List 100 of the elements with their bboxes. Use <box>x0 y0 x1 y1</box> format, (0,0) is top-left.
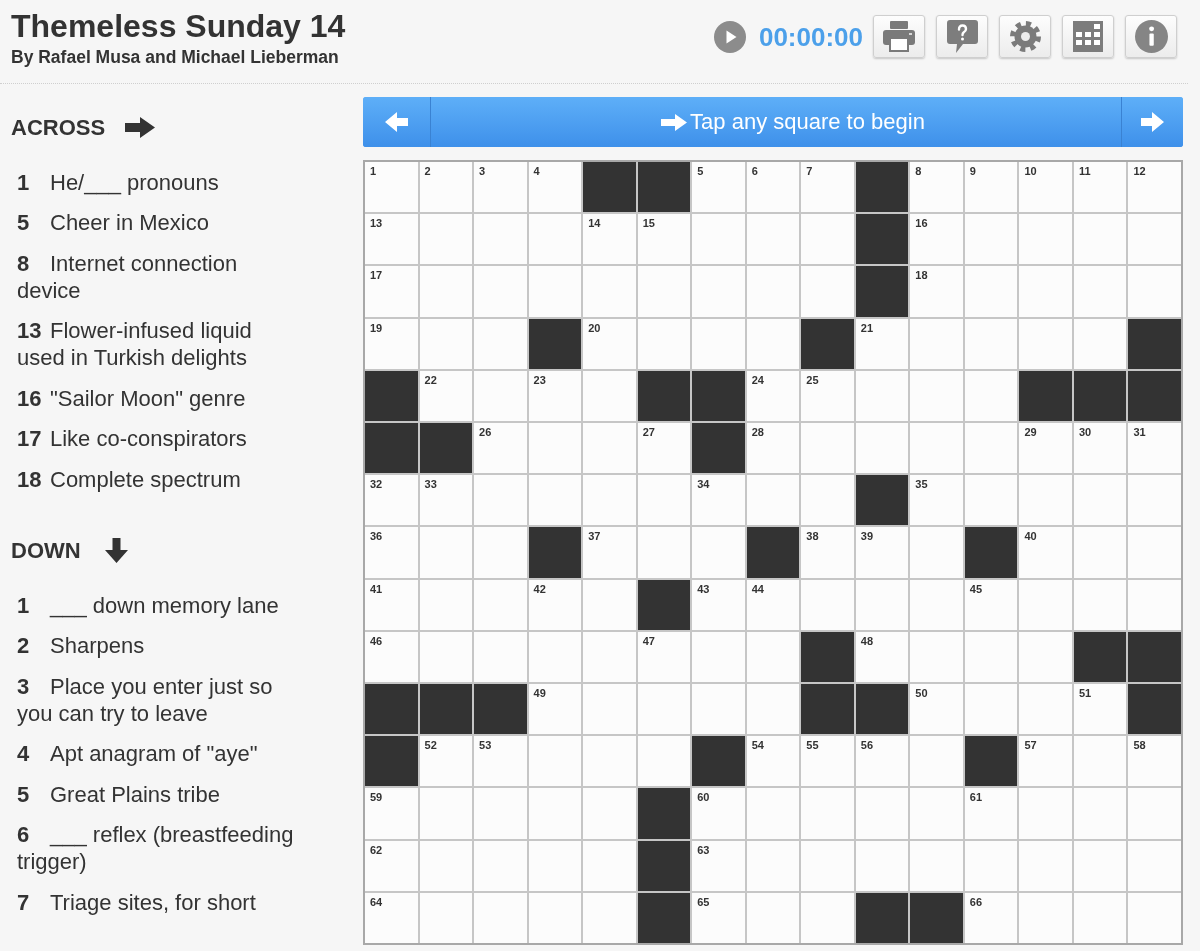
grid-square[interactable] <box>474 788 527 839</box>
grid-square[interactable]: 7 <box>801 162 854 213</box>
grid-square[interactable] <box>855 423 909 474</box>
grid-square[interactable] <box>692 214 745 265</box>
grid-square[interactable] <box>964 840 1018 891</box>
grid-square[interactable] <box>801 788 854 839</box>
grid-square[interactable] <box>801 892 854 943</box>
grid-square[interactable] <box>910 840 963 891</box>
grid-square[interactable] <box>1073 840 1127 891</box>
grid-square[interactable] <box>528 736 582 787</box>
grid-square[interactable] <box>474 475 527 526</box>
grid-square[interactable]: 46 <box>365 631 418 682</box>
grid-square[interactable] <box>1073 892 1127 943</box>
grid-square[interactable] <box>964 370 1018 421</box>
grid-square[interactable] <box>474 214 527 265</box>
clue-item[interactable]: 1 ___ down memory lane <box>17 591 279 619</box>
grid-square[interactable] <box>910 318 963 369</box>
grid-square[interactable]: 10 <box>1019 162 1072 213</box>
grid-square[interactable]: 8 <box>910 162 963 213</box>
grid-square[interactable] <box>746 684 800 735</box>
grid-square[interactable]: 40 <box>1019 527 1072 578</box>
grid-square[interactable]: 59 <box>365 788 418 839</box>
info-button[interactable] <box>1125 15 1177 58</box>
grid-square[interactable] <box>1019 788 1072 839</box>
grid-square[interactable] <box>474 527 527 578</box>
grid-square[interactable] <box>1128 892 1181 943</box>
settings-button[interactable] <box>999 15 1051 58</box>
grid-square[interactable] <box>1128 475 1181 526</box>
grid-square[interactable]: 1 <box>365 162 418 213</box>
grid-square[interactable]: 23 <box>528 370 582 421</box>
clue-item[interactable]: 5 Cheer in Mexico <box>17 209 209 236</box>
grid-square[interactable]: 17 <box>365 266 418 317</box>
grid-square[interactable]: 60 <box>692 788 745 839</box>
grid-square[interactable] <box>746 892 800 943</box>
grid-square[interactable]: 58 <box>1128 736 1181 787</box>
grid-square[interactable]: 4 <box>528 162 582 213</box>
clue-item[interactable]: 7 Triage sites, for short <box>17 888 256 916</box>
grid-square[interactable] <box>964 684 1018 735</box>
grid-square[interactable] <box>419 214 473 265</box>
grid-square[interactable] <box>419 579 473 630</box>
grid-square[interactable]: 63 <box>692 840 745 891</box>
grid-square[interactable] <box>583 579 636 630</box>
grid-square[interactable]: 44 <box>746 579 800 630</box>
grid-square[interactable] <box>801 266 854 317</box>
grid-square[interactable] <box>692 527 745 578</box>
grid-square[interactable] <box>419 631 473 682</box>
grid-square[interactable]: 48 <box>855 631 909 682</box>
grid-square[interactable] <box>1128 788 1181 839</box>
grid-square[interactable] <box>746 318 800 369</box>
grid-square[interactable]: 27 <box>637 423 691 474</box>
grid-square[interactable]: 51 <box>1073 684 1127 735</box>
clue-item[interactable]: 5 Great Plains tribe <box>17 780 220 808</box>
grid-square[interactable] <box>910 370 963 421</box>
grid-square[interactable]: 53 <box>474 736 527 787</box>
grid-square[interactable] <box>583 631 636 682</box>
grid-square[interactable] <box>692 684 745 735</box>
grid-square[interactable] <box>746 266 800 317</box>
grid-square[interactable] <box>528 214 582 265</box>
clue-item[interactable]: 17 Like co-conspirators <box>17 425 247 452</box>
grid-square[interactable] <box>637 684 691 735</box>
grid-square[interactable]: 18 <box>910 266 963 317</box>
grid-square[interactable] <box>1019 318 1072 369</box>
grid-square[interactable] <box>583 423 636 474</box>
grid-square[interactable] <box>637 736 691 787</box>
grid-square[interactable] <box>746 631 800 682</box>
grid-square[interactable] <box>419 527 473 578</box>
grid-square[interactable] <box>1128 266 1181 317</box>
grid-square[interactable] <box>964 266 1018 317</box>
grid-square[interactable] <box>746 840 800 891</box>
grid-square[interactable] <box>1019 892 1072 943</box>
clue-item[interactable]: 8 Internet connection device <box>17 249 305 304</box>
grid-square[interactable]: 36 <box>365 527 418 578</box>
grid-square[interactable]: 56 <box>855 736 909 787</box>
grid-square[interactable]: 34 <box>692 475 745 526</box>
grid-square[interactable] <box>528 892 582 943</box>
grid-square[interactable]: 64 <box>365 892 418 943</box>
clue-item[interactable]: 1 He/___ pronouns <box>17 168 219 196</box>
clue-item[interactable]: 4 Apt anagram of "aye" <box>17 740 258 768</box>
grid-square[interactable] <box>637 318 691 369</box>
grid-square[interactable]: 22 <box>419 370 473 421</box>
grid-square[interactable] <box>746 214 800 265</box>
grid-square[interactable]: 6 <box>746 162 800 213</box>
print-button[interactable] <box>873 15 925 58</box>
grid-square[interactable] <box>583 892 636 943</box>
grid-square[interactable] <box>801 579 854 630</box>
grid-square[interactable] <box>528 840 582 891</box>
grid-square[interactable] <box>1128 527 1181 578</box>
grid-square[interactable] <box>964 318 1018 369</box>
clue-item[interactable]: 2 Sharpens <box>17 632 145 660</box>
grid-square[interactable]: 50 <box>910 684 963 735</box>
grid-square[interactable] <box>801 423 854 474</box>
grid-square[interactable]: 65 <box>692 892 745 943</box>
previous-clue-button[interactable] <box>363 97 431 147</box>
grid-square[interactable] <box>692 266 745 317</box>
grid-square[interactable] <box>1073 579 1127 630</box>
grid-square[interactable] <box>419 318 473 369</box>
grid-square[interactable] <box>1019 266 1072 317</box>
grid-square[interactable]: 41 <box>365 579 418 630</box>
grid-square[interactable] <box>583 684 636 735</box>
grid-square[interactable]: 3 <box>474 162 527 213</box>
